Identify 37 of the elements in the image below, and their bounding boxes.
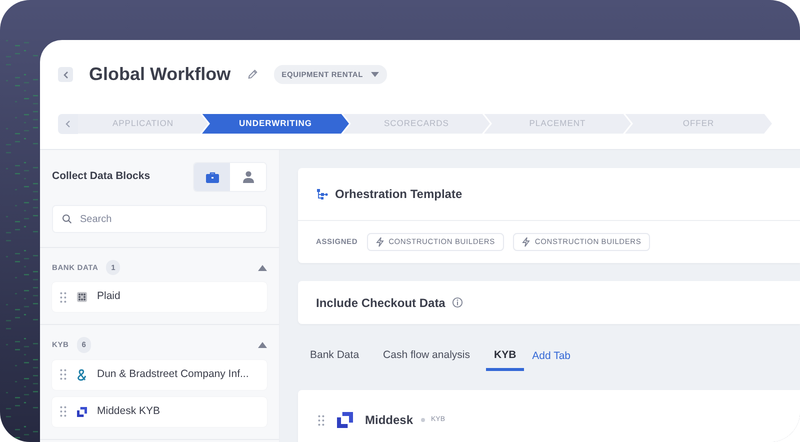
page-title: Global Workflow [89,64,231,86]
sidebar-title: Collect Data Blocks [52,169,150,184]
tab[interactable]: KYB [486,344,524,371]
lightning-icon [522,237,530,247]
chevron-left-icon [65,120,71,128]
squares-logo-icon [77,406,87,416]
card-title: Orhestration Template [335,186,462,203]
caret-up-icon[interactable] [258,342,267,348]
pencil-icon[interactable] [246,69,258,80]
person-icon [242,171,254,183]
card-title: Include Checkout Data [316,294,446,312]
search-field[interactable]: Search [52,205,267,233]
view-toggle-button[interactable] [194,163,230,191]
chevron-left-icon [62,70,68,79]
drag-handle-icon[interactable] [60,292,67,303]
briefcase-icon [206,172,218,182]
knot-logo-icon [77,368,87,380]
back-button[interactable] [58,67,73,82]
block-name: Middesk [365,412,414,429]
dotted-square-icon [77,292,87,302]
stepper-back-button[interactable] [58,114,78,134]
info-icon[interactable] [452,297,464,308]
data-block-item[interactable]: Dun & Bradstreet Company Inf... [52,360,267,390]
caret-up-icon[interactable] [258,264,267,271]
lightning-icon [376,237,384,247]
stepper-tab[interactable]: UNDERWRITING [202,114,349,134]
drag-handle-icon[interactable] [318,414,325,426]
add-tab-link[interactable]: Add Tab [532,348,570,364]
drag-handle-icon[interactable] [60,406,67,417]
tab[interactable]: Bank Data [302,344,368,371]
drag-handle-icon[interactable] [60,369,67,380]
data-block-item[interactable]: Plaid [52,282,267,312]
squares-logo-icon [337,412,353,428]
tab[interactable]: Cash flow analysis [375,344,478,371]
nodes-icon [316,188,328,200]
data-block-item[interactable]: Middesk KYB [52,396,267,426]
caret-down-icon [371,72,379,78]
